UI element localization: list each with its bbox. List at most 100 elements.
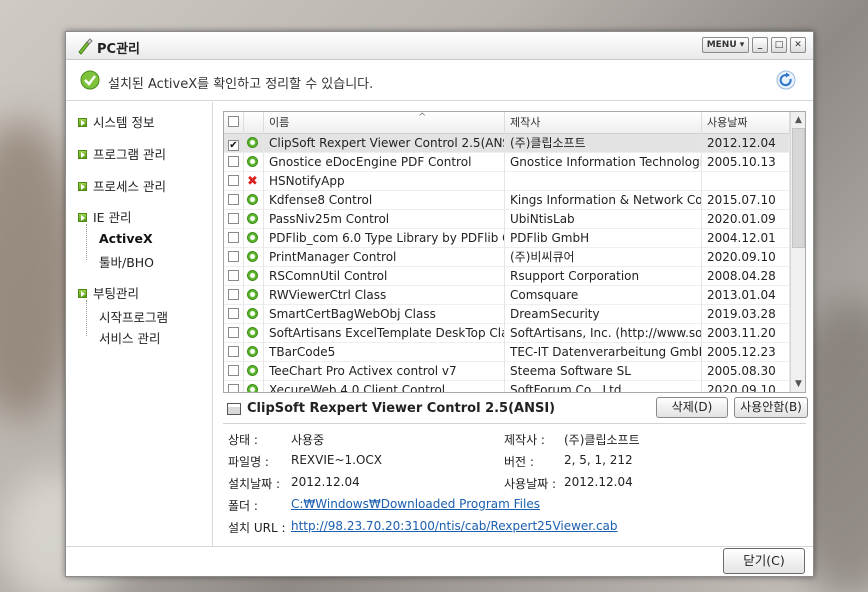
row-check-cell[interactable] (224, 210, 244, 229)
row-checkbox[interactable] (228, 365, 239, 376)
maker-value: (주)클립소프트 (564, 433, 640, 447)
sidebar-item-services[interactable]: 서비스 관리 (99, 328, 160, 347)
row-check-cell[interactable] (224, 305, 244, 324)
row-name: RWViewerCtrl Class (264, 286, 505, 305)
table-row[interactable]: Kdfense8 Control Kings Information & Netw… (224, 191, 790, 210)
row-name: TeeChart Pro Activex control v7 (264, 362, 505, 381)
table-row[interactable]: TBarCode5 TEC-IT Datenverarbeitung GmbH 20… (224, 343, 790, 362)
row-check-cell[interactable] (224, 191, 244, 210)
sidebar-item-toolbar-bho[interactable]: 툴바/BHO (99, 252, 154, 271)
row-check-cell[interactable] (224, 286, 244, 305)
row-check-cell[interactable] (224, 343, 244, 362)
activex-list[interactable]: ^ 이름 제작사 사용날짜 ✔ ClipSoft Rexpert Viewer C… (223, 111, 806, 393)
row-check-cell[interactable] (224, 172, 244, 191)
folder-link[interactable]: C:₩Windows₩Downloaded Program Files (291, 497, 540, 511)
sidebar-item-program-mgmt[interactable]: 프로그램 관리 (78, 144, 166, 163)
install-url-link[interactable]: http://98.23.70.20:3100/ntis/cab/Rexpert… (291, 519, 618, 533)
row-check-cell[interactable] (224, 267, 244, 286)
table-row[interactable]: Gnostice eDocEngine PDF Control Gnostice … (224, 153, 790, 172)
row-checkbox[interactable] (228, 327, 239, 338)
sidebar-item-startup[interactable]: 시작프로그램 (99, 307, 168, 326)
arrow-bullet-icon (78, 182, 87, 191)
sidebar-item-boot-mgmt[interactable]: 부팅관리 (78, 283, 139, 302)
notice-bar: 설치된 ActiveX를 확인하고 정리할 수 있습니다. (66, 61, 813, 101)
sidebar-item-activex[interactable]: ActiveX (99, 231, 153, 246)
row-check-cell[interactable] (224, 362, 244, 381)
row-checkbox[interactable] (228, 270, 239, 281)
window-title: PC관리 (97, 42, 140, 57)
row-checkbox[interactable] (228, 251, 239, 262)
title-bar[interactable]: PC관리 MENU ▾ _ □ ✕ (66, 32, 813, 60)
row-check-cell[interactable] (224, 324, 244, 343)
row-checkbox[interactable] (228, 213, 239, 224)
row-maker: PDFlib GmbH (505, 229, 702, 248)
sidebar-item-process-mgmt[interactable]: 프로세스 관리 (78, 176, 166, 195)
row-checkbox[interactable] (228, 232, 239, 243)
row-check-cell[interactable] (224, 248, 244, 267)
row-check-cell[interactable] (224, 153, 244, 172)
table-row[interactable]: PassNiv25m Control UbiNtisLab 2020.01.09 (224, 210, 790, 229)
status-ok-icon (247, 308, 258, 319)
row-maker: SoftForum Co., Ltd (505, 381, 702, 392)
table-row[interactable]: ✖ HSNotifyApp (224, 172, 790, 191)
table-row[interactable]: XecureWeb 4.0 Client Control SoftForum Co… (224, 381, 790, 392)
scroll-down-icon[interactable]: ▼ (791, 376, 805, 392)
row-checkbox[interactable] (228, 289, 239, 300)
table-row[interactable]: RWViewerCtrl Class Comsquare 2013.01.04 (224, 286, 790, 305)
sidebar-item-system-info[interactable]: 시스템 정보 (78, 112, 154, 131)
disable-button[interactable]: 사용안함(B) (734, 397, 808, 418)
row-check-cell[interactable]: ✔ (224, 134, 244, 153)
folder-label: 폴더 : (228, 499, 258, 513)
row-checkbox[interactable] (228, 156, 239, 167)
close-button[interactable]: 닫기(C) (723, 548, 805, 574)
row-checkbox[interactable] (228, 175, 239, 186)
row-checkbox[interactable] (228, 194, 239, 205)
select-all-header[interactable] (224, 112, 244, 134)
table-row[interactable]: SoftArtisans ExcelTemplate DeskTop Class… (224, 324, 790, 343)
status-ok-icon (247, 346, 258, 357)
table-row[interactable]: PrintManager Control (주)비씨큐어 2020.09.10 (224, 248, 790, 267)
close-window-button[interactable]: ✕ (790, 37, 806, 53)
maker-label: 제작사 : (504, 433, 545, 447)
version-value: 2, 5, 1, 212 (564, 453, 633, 467)
vertical-scrollbar[interactable]: ▲ ▼ (790, 112, 805, 392)
minimize-button[interactable]: _ (752, 37, 768, 53)
sidebar-item-label: 시스템 정보 (93, 115, 155, 130)
delete-button[interactable]: 삭제(D) (656, 397, 728, 418)
sidebar-item-label: 프로그램 관리 (93, 147, 166, 162)
file-value: REXVIE~1.OCX (291, 453, 383, 467)
row-maker: SoftArtisans, Inc. (http://www.softartis… (505, 324, 702, 343)
date-column-header[interactable]: 사용날짜 (702, 112, 790, 134)
row-status-cell (244, 248, 264, 267)
name-column-header[interactable]: ^ 이름 (264, 112, 505, 134)
detail-title-text: ClipSoft Rexpert Viewer Control 2.5(ANSI… (247, 401, 556, 416)
maker-column-header[interactable]: 제작사 (505, 112, 702, 134)
row-checkbox[interactable] (228, 384, 239, 392)
select-all-checkbox[interactable] (228, 116, 239, 127)
sidebar-item-label: 부팅관리 (93, 286, 140, 301)
row-status-cell (244, 286, 264, 305)
table-row[interactable]: ✔ ClipSoft Rexpert Viewer Control 2.5(ANS… (224, 134, 790, 153)
scroll-thumb[interactable] (792, 128, 805, 248)
table-row[interactable]: TeeChart Pro Activex control v7 Steema So… (224, 362, 790, 381)
table-row[interactable]: RSComnUtil Control Rsupport Corporation 20… (224, 267, 790, 286)
row-checkbox[interactable] (228, 346, 239, 357)
maximize-button[interactable]: □ (771, 37, 787, 53)
list-header: ^ 이름 제작사 사용날짜 (224, 112, 790, 134)
row-date: 2012.12.04 (702, 134, 790, 153)
refresh-icon[interactable] (776, 70, 796, 90)
row-date: 2008.04.28 (702, 267, 790, 286)
row-date: 2005.12.23 (702, 343, 790, 362)
row-checkbox[interactable] (228, 308, 239, 319)
row-status-cell (244, 324, 264, 343)
table-row[interactable]: SmartCertBagWebObj Class DreamSecurity 201… (224, 305, 790, 324)
row-status-cell: ✖ (244, 172, 264, 191)
status-ok-icon (247, 289, 258, 300)
table-row[interactable]: PDFlib_com 6.0 Type Library by PDFlib Gm… (224, 229, 790, 248)
scroll-up-icon[interactable]: ▲ (791, 112, 805, 128)
row-checkbox[interactable]: ✔ (228, 140, 239, 151)
menu-button[interactable]: MENU ▾ (702, 37, 749, 53)
row-check-cell[interactable] (224, 229, 244, 248)
row-check-cell[interactable] (224, 381, 244, 392)
check-circle-icon (80, 70, 100, 90)
